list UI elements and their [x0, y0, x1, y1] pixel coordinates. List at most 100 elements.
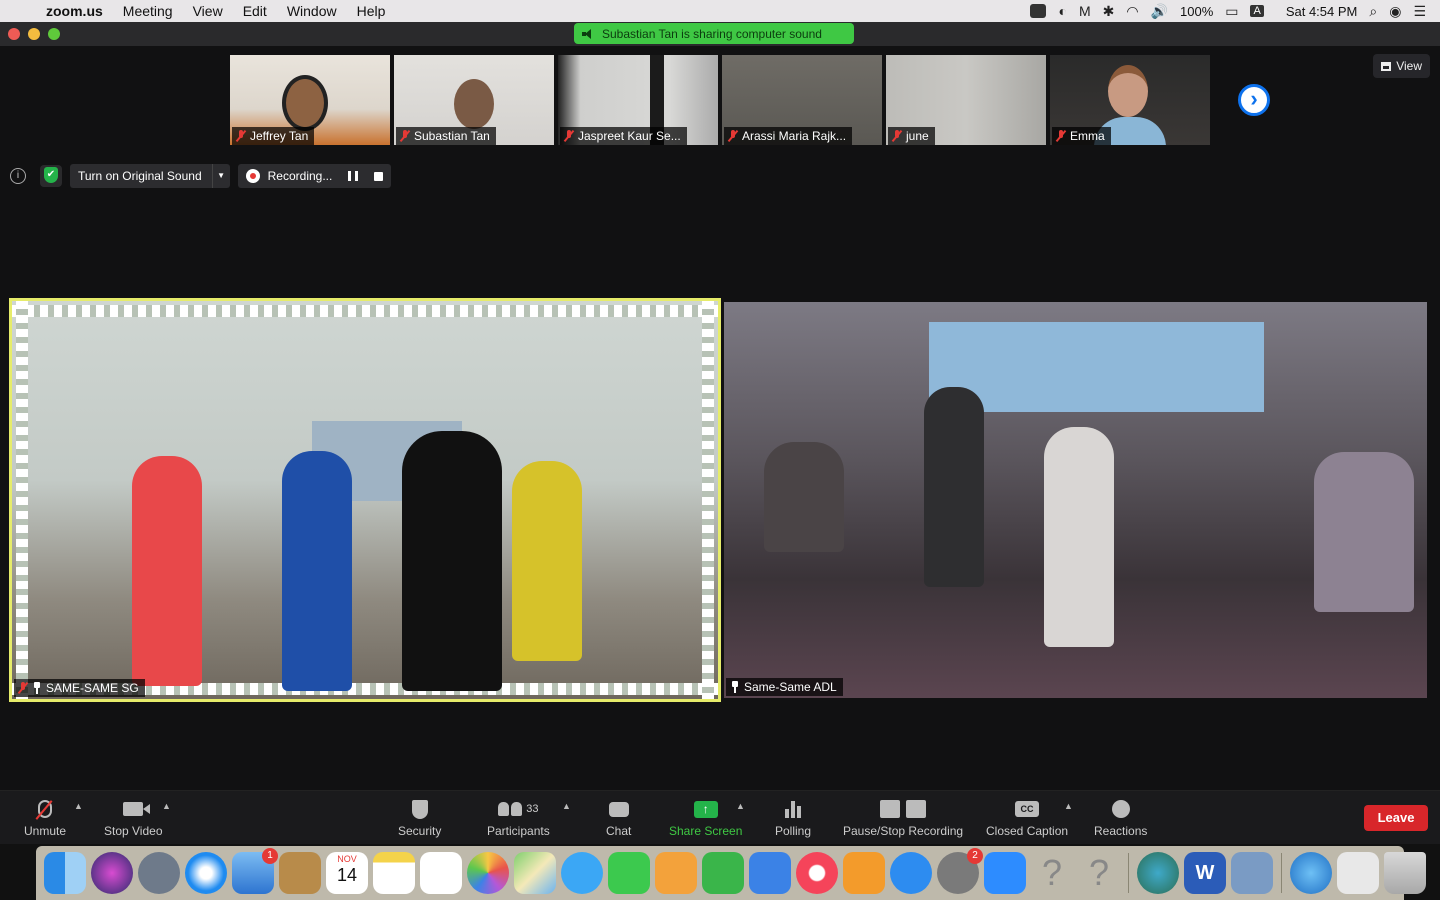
- participants-options-caret-icon[interactable]: ▲: [562, 801, 571, 811]
- app-store-icon[interactable]: [890, 852, 932, 894]
- menu-meeting[interactable]: Meeting: [123, 3, 173, 19]
- participant-thumbnail[interactable]: june: [886, 55, 1046, 145]
- launchpad-icon[interactable]: [138, 852, 180, 894]
- close-window-icon[interactable]: [8, 28, 20, 40]
- dock-separator: [1281, 853, 1282, 893]
- participant-thumbnail[interactable]: Jaspreet Kaur Se...: [558, 55, 718, 145]
- menu-view[interactable]: View: [193, 3, 223, 19]
- keynote-icon[interactable]: [749, 852, 791, 894]
- safari-icon[interactable]: [185, 852, 227, 894]
- photos-icon[interactable]: [467, 852, 509, 894]
- sharing-sound-banner[interactable]: Subastian Tan is sharing computer sound: [574, 23, 854, 44]
- stop-recording-icon[interactable]: [374, 171, 384, 181]
- video-tile-same-same-sg[interactable]: SAME-SAME SG: [9, 298, 721, 702]
- video-tile-same-same-adl[interactable]: Same-Same ADL: [724, 302, 1427, 698]
- siri-icon[interactable]: ◉: [1389, 3, 1401, 20]
- camera-status-icon[interactable]: [1030, 4, 1047, 18]
- encryption-shield-icon[interactable]: [40, 165, 62, 187]
- messages-icon[interactable]: [561, 852, 603, 894]
- spotlight-search-icon[interactable]: ⌕: [1369, 3, 1377, 20]
- mic-muted-icon: [400, 130, 410, 142]
- video-options-caret-icon[interactable]: ▲: [162, 801, 171, 811]
- system-preferences-icon[interactable]: 2: [937, 848, 983, 894]
- participants-button[interactable]: 33 Participants: [487, 797, 550, 838]
- menu-app-zoom[interactable]: zoom.us: [46, 3, 103, 19]
- participant-thumbnail[interactable]: Subastian Tan: [394, 55, 554, 145]
- seated-audience-right: [1314, 452, 1414, 612]
- reactions-button[interactable]: Reactions: [1094, 797, 1147, 838]
- polling-button[interactable]: Polling: [775, 797, 811, 838]
- contacts-icon[interactable]: [279, 852, 321, 894]
- menu-clock[interactable]: Sat 4:54 PM: [1286, 4, 1358, 19]
- music-icon[interactable]: [796, 852, 838, 894]
- reminders-icon[interactable]: [420, 852, 462, 894]
- pause-recording-icon[interactable]: [348, 171, 359, 181]
- finder-icon[interactable]: [44, 852, 86, 894]
- mail-icon[interactable]: 1: [232, 848, 278, 894]
- share-screen-button[interactable]: ↑ Share Screen: [669, 797, 742, 838]
- unmute-button[interactable]: Unmute: [24, 797, 66, 838]
- unknown-app-icon[interactable]: ?: [1078, 852, 1120, 894]
- sync-icon[interactable]: ◐: [1058, 3, 1066, 19]
- meeting-main-area: Jeffrey Tan Subastian Tan Jaspreet Kaur …: [0, 46, 1440, 790]
- wifi-icon[interactable]: ◠: [1126, 3, 1138, 20]
- volume-icon[interactable]: 🔊: [1151, 3, 1168, 20]
- share-options-caret-icon[interactable]: ▲: [736, 801, 745, 811]
- participant-face: [1108, 65, 1148, 117]
- maps-icon[interactable]: [514, 852, 556, 894]
- notes-icon[interactable]: [373, 852, 415, 894]
- battery-percent[interactable]: 100%: [1180, 4, 1213, 19]
- caption-options-caret-icon[interactable]: ▲: [1064, 801, 1073, 811]
- participant-thumbnail[interactable]: Jeffrey Tan: [230, 55, 390, 145]
- audio-options-caret-icon[interactable]: ▲: [74, 801, 83, 811]
- numbers-icon[interactable]: [702, 852, 744, 894]
- security-button[interactable]: Security: [398, 797, 441, 838]
- participant-thumbnail[interactable]: Arassi Maria Rajk...: [722, 55, 882, 145]
- original-sound-button[interactable]: Turn on Original Sound ▼: [70, 164, 230, 188]
- meeting-info-icon[interactable]: i: [10, 168, 26, 184]
- sharing-sound-text: Subastian Tan is sharing computer sound: [602, 26, 822, 41]
- network-globe-icon[interactable]: [1290, 852, 1332, 894]
- participants-icon: [498, 802, 523, 816]
- screen-sharing-icon[interactable]: [1137, 852, 1179, 894]
- view-layout-button[interactable]: View: [1373, 54, 1430, 78]
- next-page-arrow-icon[interactable]: ›: [1238, 84, 1270, 116]
- battery-icon[interactable]: ▭: [1225, 3, 1238, 20]
- calendar-icon[interactable]: NOV 14: [326, 852, 368, 894]
- bluetooth-icon[interactable]: ✱: [1103, 3, 1115, 20]
- chat-button[interactable]: Chat: [606, 797, 631, 838]
- fullscreen-window-icon[interactable]: [48, 28, 60, 40]
- trash-icon[interactable]: [1384, 852, 1426, 894]
- unknown-app-icon[interactable]: ?: [1031, 852, 1073, 894]
- macos-menu-bar: zoom.us Meeting View Edit Window Help ◐ …: [0, 0, 1440, 22]
- leave-meeting-button[interactable]: Leave: [1364, 805, 1428, 831]
- word-letter: W: [1195, 862, 1215, 884]
- notification-center-icon[interactable]: ☰: [1413, 3, 1426, 20]
- unmute-label: Unmute: [24, 824, 67, 838]
- malwarebytes-icon[interactable]: M: [1079, 3, 1091, 19]
- video-name-tag: SAME-SAME SG: [14, 679, 145, 697]
- pause-stop-icon: [880, 800, 927, 818]
- facetime-icon[interactable]: [608, 852, 650, 894]
- participant-thumbnail[interactable]: Emma: [1050, 55, 1210, 145]
- pages-icon[interactable]: [655, 852, 697, 894]
- original-sound-dropdown-icon[interactable]: ▼: [211, 164, 230, 188]
- microsoft-word-icon[interactable]: W: [1184, 852, 1226, 894]
- zoom-icon[interactable]: [984, 852, 1026, 894]
- menu-edit[interactable]: Edit: [243, 3, 267, 19]
- input-source[interactable]: A: [1250, 5, 1264, 17]
- video-name: SAME-SAME SG: [46, 681, 139, 695]
- siri-icon[interactable]: [91, 852, 133, 894]
- pause-stop-recording-button[interactable]: Pause/Stop Recording: [843, 797, 963, 838]
- minimize-window-icon[interactable]: [28, 28, 40, 40]
- documents-folder-icon[interactable]: [1337, 852, 1379, 894]
- books-icon[interactable]: [843, 852, 885, 894]
- closed-caption-button[interactable]: CC Closed Caption: [986, 797, 1068, 838]
- preview-icon[interactable]: [1231, 852, 1273, 894]
- participant-face: [282, 75, 328, 131]
- participant-name-tag: Emma: [1052, 127, 1111, 145]
- menu-help[interactable]: Help: [357, 3, 386, 19]
- stop-video-button[interactable]: Stop Video: [104, 797, 163, 838]
- participants-count: 33: [526, 803, 539, 815]
- menu-window[interactable]: Window: [287, 3, 337, 19]
